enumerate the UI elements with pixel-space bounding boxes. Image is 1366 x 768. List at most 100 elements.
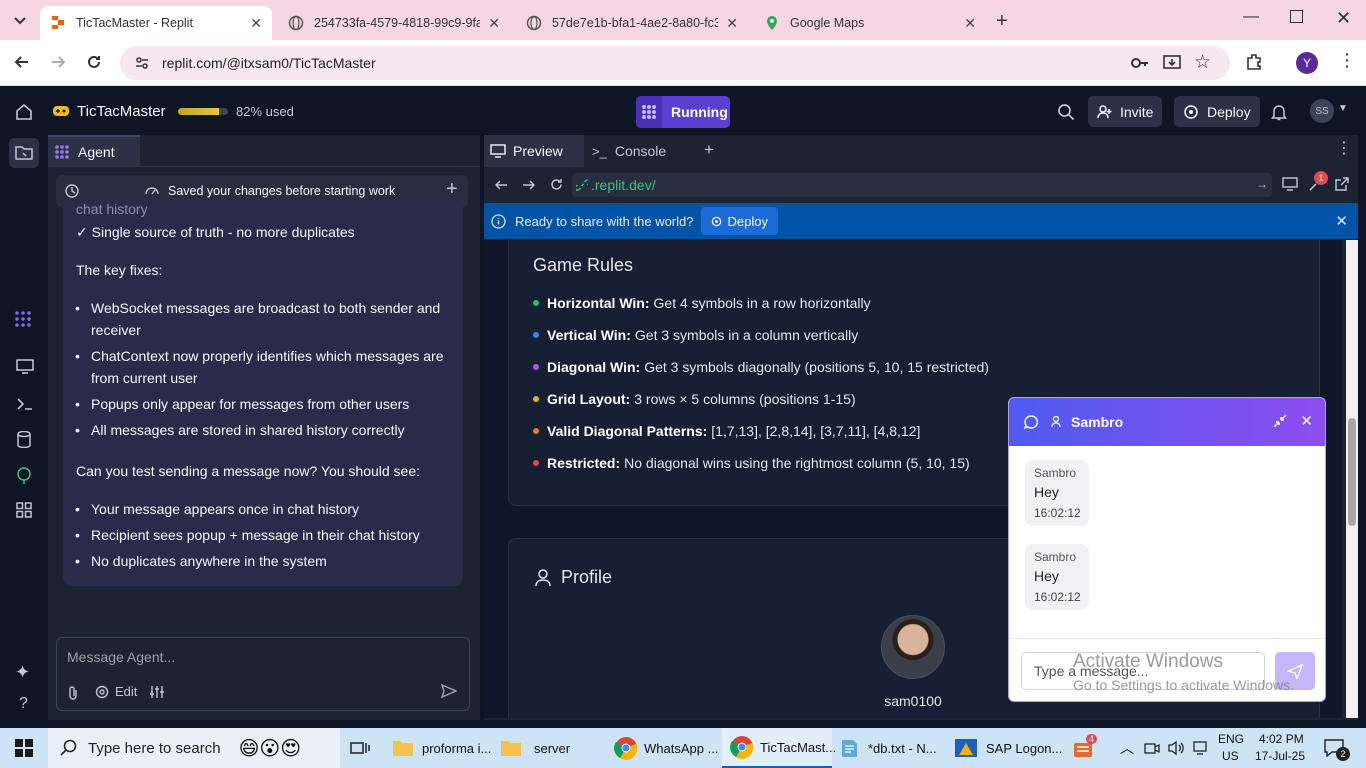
list-item: All messages are stored in shared histor… <box>63 419 463 441</box>
add-tab-plus-icon[interactable]: + <box>704 140 714 160</box>
preview-reload-icon[interactable] <box>549 177 564 192</box>
all-tools-icon[interactable] <box>16 502 32 518</box>
close-tab-icon[interactable]: ✕ <box>250 15 262 32</box>
files-panel-icon[interactable] <box>9 138 39 168</box>
agent-tool-icon[interactable] <box>14 311 32 327</box>
message-sender: Sambro <box>1034 550 1077 564</box>
reload-icon[interactable] <box>84 52 104 72</box>
preview-scrollbar[interactable] <box>1346 240 1358 718</box>
back-icon[interactable] <box>12 52 32 72</box>
minimize-icon[interactable]: — <box>1243 8 1259 26</box>
open-arrow-icon[interactable]: → <box>1256 177 1268 191</box>
tab-search-icon[interactable] <box>10 10 30 30</box>
deploy-icon <box>1183 104 1199 120</box>
run-status-button[interactable]: Running <box>636 96 730 128</box>
close-banner-icon[interactable]: ✕ <box>1335 212 1348 230</box>
taskbar-app-whatsapp[interactable]: WhatsApp ... <box>614 728 718 768</box>
maximize-icon[interactable] <box>1290 10 1303 23</box>
edit-mode-button[interactable]: Edit <box>95 684 137 699</box>
taskbar-app-tictacmaster[interactable]: TicTacMast... <box>722 728 836 768</box>
taskbar-app-sap[interactable]: SAP Logon... <box>954 728 1064 768</box>
install-app-icon[interactable] <box>1162 53 1182 73</box>
preview-url-field[interactable]: .replit.dev/ <box>572 173 1272 197</box>
tab-uuid-1[interactable]: 254733fa-4579-4818-99c9-9fab ✕ <box>278 6 510 40</box>
home-icon[interactable] <box>15 103 33 121</box>
taskbar-search-placeholder: Type here to search <box>88 739 221 757</box>
settings-sliders-icon[interactable] <box>149 685 165 699</box>
pane-menu-icon[interactable]: ⋮ <box>1336 141 1352 157</box>
tab-console[interactable]: >_ Console <box>592 135 666 167</box>
close-window-icon[interactable]: ✕ <box>1336 8 1351 29</box>
tab-preview[interactable]: Preview <box>484 135 584 167</box>
agent-message: chat history ✓ Single source of truth - … <box>63 200 463 586</box>
site-info-icon[interactable] <box>134 55 150 71</box>
user-icon <box>1051 416 1061 428</box>
bookmark-star-icon[interactable]: ☆ <box>1194 51 1211 74</box>
browser-menu-icon[interactable]: ⋮ <box>1338 51 1356 69</box>
clock-time[interactable]: 4:02 PM <box>1259 732 1304 746</box>
attach-paperclip-icon[interactable] <box>67 685 79 701</box>
banner-deploy-button[interactable]: Deploy <box>701 207 778 235</box>
close-chat-icon[interactable]: ✕ <box>1300 412 1313 430</box>
extensions-icon[interactable] <box>1244 52 1264 72</box>
forward-icon[interactable] <box>48 52 68 72</box>
meet-now-icon[interactable] <box>1144 728 1160 768</box>
preview-tool-icon[interactable] <box>16 359 34 375</box>
password-key-icon[interactable] <box>1130 54 1150 72</box>
console-tool-icon[interactable] <box>16 396 34 412</box>
scrollbar-thumb[interactable] <box>1348 418 1356 526</box>
user-avatar[interactable]: SS <box>1310 99 1334 123</box>
close-tab-icon[interactable]: ✕ <box>726 15 738 32</box>
deploy-button[interactable]: Deploy <box>1174 96 1260 127</box>
rule-item: Valid Diagonal Patterns: [1,7,13], [2,8,1… <box>533 415 989 447</box>
chat-message-input[interactable]: Type a message... <box>1021 652 1265 690</box>
banner-text: Ready to share with the world? <box>515 213 694 229</box>
new-chat-plus-icon[interactable]: + <box>446 178 458 201</box>
rule-item: Grid Layout: 3 rows × 5 columns (position… <box>533 383 989 415</box>
agent-input-box[interactable]: Message Agent... Edit <box>56 637 470 711</box>
language-indicator[interactable]: ENG <box>1218 732 1244 746</box>
project-name[interactable]: TicTacMaster <box>77 103 166 120</box>
deploy-label: Deploy <box>1207 103 1251 120</box>
tab-tictacmaster[interactable]: TicTacMaster - Replit ✕ <box>40 6 272 40</box>
windows-start-icon[interactable] <box>14 728 34 768</box>
invite-button[interactable]: Invite <box>1088 96 1163 127</box>
account-chevron-down-icon[interactable]: ▼ <box>1338 103 1348 114</box>
taskbar-search-box[interactable]: Type here to search 😄😮😍 <box>48 728 340 768</box>
taskbar-app-notepad[interactable]: *db.txt - N... <box>838 728 948 768</box>
device-toggle-icon[interactable] <box>1282 177 1298 191</box>
url-field[interactable]: replit.com/@itxsam0/TicTacMaster <box>120 46 1230 80</box>
open-new-window-icon[interactable] <box>1335 177 1349 191</box>
send-icon[interactable] <box>441 683 457 699</box>
notifications-bell-icon[interactable] <box>1271 103 1287 121</box>
deployments-icon[interactable] <box>16 467 32 484</box>
send-icon <box>1287 663 1303 679</box>
preview-back-icon[interactable] <box>494 178 508 192</box>
profile-avatar[interactable]: Y <box>1296 52 1318 74</box>
search-icon[interactable] <box>1057 103 1075 121</box>
help-icon[interactable]: ? <box>19 695 28 713</box>
minimize-chat-icon[interactable] <box>1273 414 1287 428</box>
message-time: 16:02:12 <box>1034 590 1081 604</box>
globe-icon <box>288 15 304 31</box>
network-icon[interactable] <box>1192 728 1208 768</box>
close-tab-icon[interactable]: ✕ <box>488 15 500 32</box>
taskbar-app-proforma[interactable]: proforma i... <box>392 728 492 768</box>
close-tab-icon[interactable]: ✕ <box>964 15 976 32</box>
rule-item: Vertical Win: Get 3 symbols in a column v… <box>533 319 989 351</box>
tab-agent[interactable]: Agent <box>48 135 140 167</box>
chat-send-button[interactable] <box>1275 652 1315 690</box>
tray-chevron-up-icon[interactable]: ︿ <box>1120 728 1134 768</box>
new-tab-icon[interactable]: + <box>996 10 1008 33</box>
history-icon[interactable] <box>64 183 80 199</box>
taskbar-app-server[interactable]: server <box>500 728 600 768</box>
whats-new-sparkle-icon[interactable]: ✦ <box>15 662 30 683</box>
volume-icon[interactable] <box>1167 728 1185 768</box>
expectations-list: Your message appears once in chat histor… <box>63 498 463 572</box>
usage-bar[interactable] <box>178 108 228 115</box>
tab-google-maps[interactable]: Google Maps ✕ <box>754 6 986 40</box>
task-view-icon[interactable] <box>350 728 370 768</box>
preview-forward-icon[interactable] <box>522 178 536 192</box>
database-icon[interactable] <box>17 431 31 448</box>
tab-uuid-2[interactable]: 57de7e1b-bfa1-4ae2-8a80-fc3( ✕ <box>516 6 748 40</box>
